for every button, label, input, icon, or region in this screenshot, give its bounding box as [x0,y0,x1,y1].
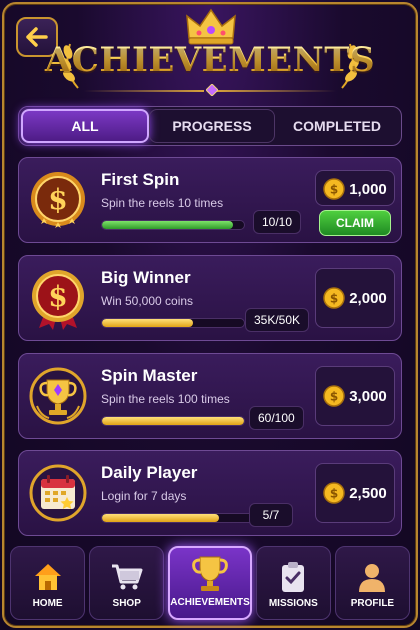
progress-bar [101,318,245,328]
tab-completed[interactable]: COMPLETED [275,109,399,143]
svg-text:$: $ [330,292,338,306]
achievement-card-big-winner[interactable]: $ Big Winner Win 50,000 coins 35K/50K $ … [18,255,402,341]
dollar-ribbon-medal-icon: $ [32,270,84,330]
nav-shop[interactable]: SHOP [89,546,165,620]
cart-icon [111,564,143,590]
achievement-title: Spin Master [101,366,198,385]
svg-text:$: $ [330,487,338,501]
progress-fill [102,319,193,327]
nav-profile[interactable]: PROFILE [334,546,411,620]
progress-bar [101,220,245,230]
dollar-medal-icon: $ [31,172,85,228]
reward-amount: 1,000 [349,180,387,198]
nav-label: HOME [32,598,63,609]
achievement-description: Login for 7 days [101,489,187,503]
bottom-nav: HOME SHOP ACHIEVEMENTS MISSIONS PROFILE [10,546,411,620]
claim-button[interactable]: CLAIM [319,210,391,236]
trophy-medal-icon [29,367,87,425]
title-divider-right [216,90,336,92]
coin-icon: $ [323,385,345,407]
coin-icon: $ [323,178,345,200]
tab-progress[interactable]: PROGRESS [149,109,275,143]
nav-label: MISSIONS [268,598,318,609]
nav-label: ACHIEVEMENTS [170,597,250,608]
nav-home[interactable]: HOME [10,546,86,620]
reward-amount: 3,000 [349,387,387,405]
reward-box: $ 2,500 [315,463,395,523]
svg-text:$: $ [330,183,338,197]
achievement-card-first-spin[interactable]: $ First Spin Spin the reels 10 times 10/… [18,157,402,243]
achievement-title: Big Winner [101,268,191,287]
coin-icon: $ [323,287,345,309]
user-icon [359,564,386,592]
progress-count: 5/7 [249,503,293,527]
nav-missions[interactable]: MISSIONS [255,546,331,620]
page-title: ACHIEVEMENTS [0,40,420,80]
svg-text:$: $ [48,183,67,216]
progress-count: 35K/50K [245,308,310,332]
home-icon [34,564,61,590]
svg-text:$: $ [48,280,67,313]
calendar-medal-icon [29,464,87,522]
achievement-title: First Spin [101,170,180,189]
tab-all[interactable]: ALL [21,109,149,143]
reward-box: $ 2,000 [315,268,395,328]
achievement-card-daily-player[interactable]: Daily Player Login for 7 days 5/7 $ 2,50… [18,450,402,536]
reward-box: $ 3,000 [315,366,395,426]
reward-box: $ 1,000 [315,170,395,206]
achievement-description: Spin the reels 100 times [101,392,230,406]
clipboard-icon [282,562,305,592]
reward-amount: 2,500 [349,484,387,502]
coin-icon: $ [323,482,345,504]
progress-count: 10/10 [253,210,302,234]
progress-bar [101,416,245,426]
gem-icon [206,84,218,96]
progress-count: 60/100 [249,406,304,430]
achievement-card-spin-master[interactable]: Spin Master Spin the reels 100 times 60/… [18,353,402,439]
progress-fill [102,417,244,425]
nav-achievements[interactable]: ACHIEVEMENTS [168,546,252,620]
nav-label: SHOP [112,598,141,609]
achievement-description: Spin the reels 10 times [101,196,224,210]
svg-text:$: $ [330,390,338,404]
reward-amount: 2,000 [349,289,387,307]
achievement-title: Daily Player [101,463,198,482]
nav-label: PROFILE [350,598,395,609]
trophy-icon [192,556,228,591]
title-divider-left [84,90,204,92]
progress-bar [101,513,255,523]
progress-fill [102,221,233,229]
tab-bar: ALL PROGRESS COMPLETED [18,106,402,146]
achievement-description: Win 50,000 coins [101,294,194,308]
progress-fill [102,514,220,522]
